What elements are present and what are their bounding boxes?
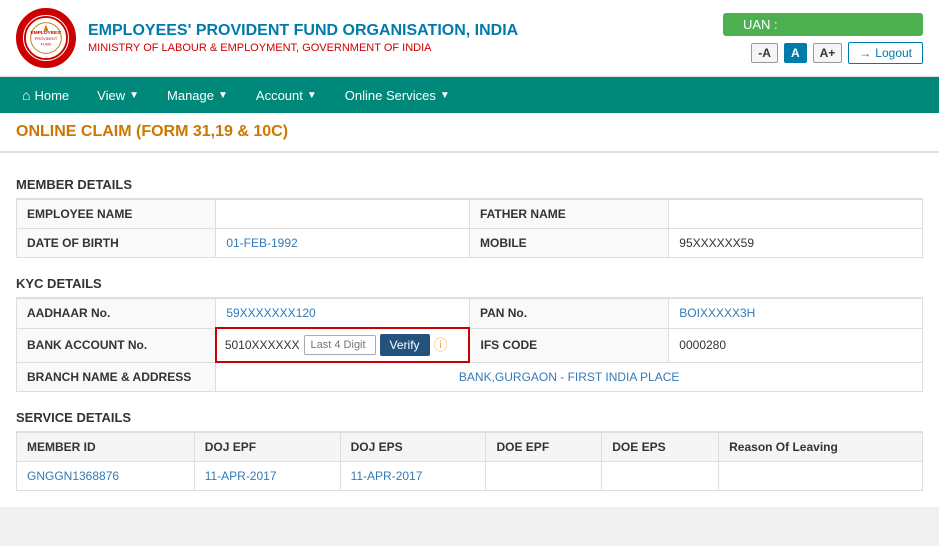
epfo-logo: EMPLOYEES' PROVIDENT FUND (16, 8, 76, 68)
col-member-id: MEMBER ID (17, 433, 195, 462)
bank-account-label: BANK ACCOUNT No. (17, 328, 216, 362)
nav-manage[interactable]: Manage ▼ (153, 78, 242, 113)
dob-value: 01-FEB-1992 (216, 229, 470, 258)
nav-online-services[interactable]: Online Services ▼ (331, 78, 464, 113)
pan-label: PAN No. (469, 299, 668, 329)
header: EMPLOYEES' PROVIDENT FUND EMPLOYEES' PRO… (0, 0, 939, 77)
home-icon: ⌂ (22, 87, 30, 103)
table-row: GNGGN1368876 11-APR-2017 11-APR-2017 (17, 462, 923, 491)
logout-button[interactable]: → Logout (848, 42, 923, 64)
member-details-header: MEMBER DETAILS (16, 169, 923, 199)
ifs-code-value: 0000280 (669, 328, 923, 362)
table-row: EMPLOYEE NAME FATHER NAME (17, 200, 923, 229)
doj-epf-cell: 11-APR-2017 (194, 462, 340, 491)
navbar: ⌂ Home View ▼ Manage ▼ Account ▼ Online … (0, 77, 939, 113)
top-right: UAN : -A A A+ → Logout (723, 13, 923, 64)
svg-text:PROVIDENT: PROVIDENT (35, 37, 58, 41)
info-icon[interactable]: ⓘ (434, 335, 448, 355)
branch-label: BRANCH NAME & ADDRESS (17, 362, 216, 392)
manage-dropdown-icon: ▼ (218, 90, 228, 101)
ministry-name: MINISTRY OF LABOUR & EMPLOYMENT, GOVERNM… (88, 42, 518, 54)
service-details-header: SERVICE DETAILS (16, 402, 923, 432)
employee-name-value (216, 200, 470, 229)
reason-cell (719, 462, 923, 491)
nav-view[interactable]: View ▼ (83, 78, 153, 113)
col-doj-eps: DOJ EPS (340, 433, 486, 462)
dob-label: DATE OF BIRTH (17, 229, 216, 258)
font-controls: -A A A+ → Logout (751, 42, 923, 64)
father-name-value (669, 200, 923, 229)
table-header-row: MEMBER ID DOJ EPF DOJ EPS DOE EPF DOE EP… (17, 433, 923, 462)
doe-eps-cell (602, 462, 719, 491)
mobile-value: 95XXXXXX59 (669, 229, 923, 258)
logout-arrow-icon: → (859, 46, 871, 60)
col-reason: Reason Of Leaving (719, 433, 923, 462)
aadhaar-value: 59XXXXXXX120 (216, 299, 470, 329)
table-row: BRANCH NAME & ADDRESS BANK,GURGAON - FIR… (17, 362, 923, 392)
logo-section: EMPLOYEES' PROVIDENT FUND EMPLOYEES' PRO… (16, 8, 518, 68)
org-info: EMPLOYEES' PROVIDENT FUND ORGANISATION, … (88, 22, 518, 54)
branch-value: BANK,GURGAON - FIRST INDIA PLACE (216, 362, 923, 392)
online-services-dropdown-icon: ▼ (440, 90, 450, 101)
member-id-cell: GNGGN1368876 (17, 462, 195, 491)
table-row: AADHAAR No. 59XXXXXXX120 PAN No. BOIXXXX… (17, 299, 923, 329)
verify-button[interactable]: Verify (380, 334, 430, 356)
pan-value: BOIXXXXX3H (669, 299, 923, 329)
col-doe-eps: DOE EPS (602, 433, 719, 462)
org-name: EMPLOYEES' PROVIDENT FUND ORGANISATION, … (88, 22, 518, 40)
font-large-button[interactable]: A+ (813, 43, 843, 63)
doj-eps-cell: 11-APR-2017 (340, 462, 486, 491)
font-medium-button[interactable]: A (784, 43, 807, 63)
service-details-table: MEMBER ID DOJ EPF DOJ EPS DOE EPF DOE EP… (16, 432, 923, 491)
kyc-details-table: AADHAAR No. 59XXXXXXX120 PAN No. BOIXXXX… (16, 298, 923, 392)
svg-text:FUND: FUND (41, 43, 52, 47)
bank-input-group: 5010XXXXXX Verify ⓘ (225, 334, 461, 356)
doe-epf-cell (486, 462, 602, 491)
col-doe-epf: DOE EPF (486, 433, 602, 462)
col-doj-epf: DOJ EPF (194, 433, 340, 462)
page-title-bar: ONLINE CLAIM (FORM 31,19 & 10C) (0, 113, 939, 153)
view-dropdown-icon: ▼ (129, 90, 139, 101)
father-name-label: FATHER NAME (469, 200, 668, 229)
account-dropdown-icon: ▼ (307, 90, 317, 101)
uan-box: UAN : (723, 13, 923, 36)
main-content: MEMBER DETAILS EMPLOYEE NAME FATHER NAME… (0, 153, 939, 507)
page-title: ONLINE CLAIM (FORM 31,19 & 10C) (16, 123, 923, 141)
bank-account-cell: 5010XXXXXX Verify ⓘ (216, 328, 470, 362)
last4-digit-input[interactable] (304, 335, 376, 355)
svg-text:EMPLOYEES': EMPLOYEES' (31, 30, 62, 36)
nav-home[interactable]: ⌂ Home (8, 77, 83, 113)
nav-account[interactable]: Account ▼ (242, 78, 331, 113)
kyc-details-header: KYC DETAILS (16, 268, 923, 298)
ifs-code-label: IFS CODE (469, 328, 668, 362)
aadhaar-label: AADHAAR No. (17, 299, 216, 329)
font-small-button[interactable]: -A (751, 43, 778, 63)
employee-name-label: EMPLOYEE NAME (17, 200, 216, 229)
bank-account-number: 5010XXXXXX (225, 338, 300, 352)
mobile-label: MOBILE (469, 229, 668, 258)
table-row: DATE OF BIRTH 01-FEB-1992 MOBILE 95XXXXX… (17, 229, 923, 258)
member-details-table: EMPLOYEE NAME FATHER NAME DATE OF BIRTH … (16, 199, 923, 258)
table-row: BANK ACCOUNT No. 5010XXXXXX Verify ⓘ IFS… (17, 328, 923, 362)
